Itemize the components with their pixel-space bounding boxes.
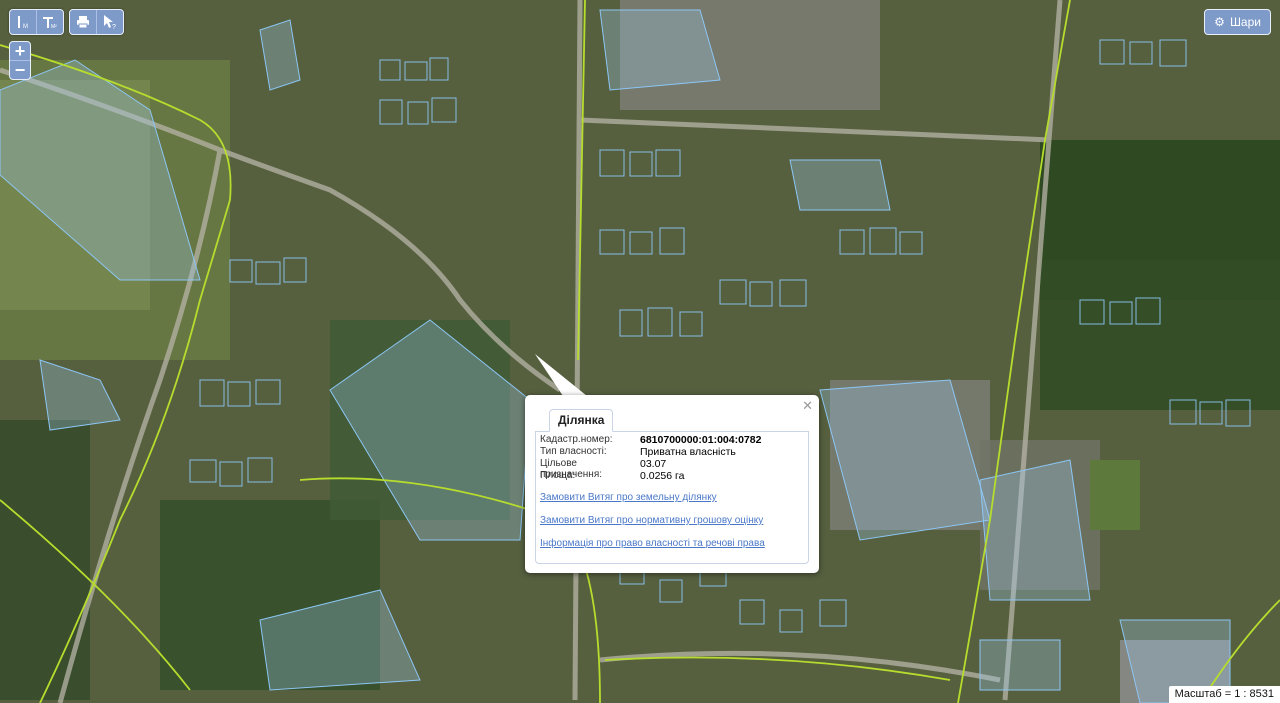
cursor-question-icon: ? [104,15,116,30]
zoom-out-button[interactable]: − [10,60,30,79]
svg-text:?: ? [112,24,116,30]
popup-content: Кадастр.номер: 6810700000:01:004:0782 Ти… [535,431,809,564]
measure-length-button[interactable]: M [10,10,36,34]
layers-button-label: Шари [1229,15,1261,29]
order-valuation-extract-link[interactable]: Замовити Витяг про нормативну грошову оц… [540,515,763,526]
popup-tabbar: Ділянка [535,409,809,432]
tools-toolbar: ? [69,9,124,35]
gear-icon: ⚙ [1214,15,1225,29]
measure-toolbar: M M² [9,9,64,35]
field-ownership-type: Тип власності: Приватна власність [540,446,736,458]
ruler-icon: M [18,16,28,30]
svg-text:M²: M² [51,24,57,30]
field-value: 6810700000:01:004:0782 [640,434,762,446]
field-cadastral-number: Кадастр.номер: 6810700000:01:004:0782 [540,434,761,446]
layers-button[interactable]: ⚙ Шари [1204,9,1271,35]
field-label: Кадастр.номер: [540,434,613,445]
zoom-control: + − [9,41,31,80]
field-value: 0.0256 га [640,470,685,482]
printer-icon [77,16,89,29]
identify-button[interactable]: ? [96,10,123,34]
area-ruler-icon: M² [43,17,57,30]
scale-label: Масштаб = 1 : 8531 [1168,686,1280,703]
svg-text:M: M [23,24,28,30]
zoom-in-button[interactable]: + [10,42,30,60]
tab-parcel[interactable]: Ділянка [549,409,614,432]
print-button[interactable] [70,10,96,34]
field-value: Приватна власність [640,446,736,458]
field-label: Тип власності: [540,446,607,457]
satellite-map[interactable] [0,0,1280,703]
parcel-info-popup: ✕ Ділянка Кадастр.номер: 6810700000:01:0… [525,395,819,573]
ownership-info-link[interactable]: Інформація про право власності та речові… [540,538,765,549]
measure-area-button[interactable]: M² [36,10,63,34]
order-land-extract-link[interactable]: Замовити Витяг про земельну ділянку [540,492,717,503]
field-label: Площа: [540,470,576,481]
field-area: Площа: 0.0256 га [540,470,684,482]
